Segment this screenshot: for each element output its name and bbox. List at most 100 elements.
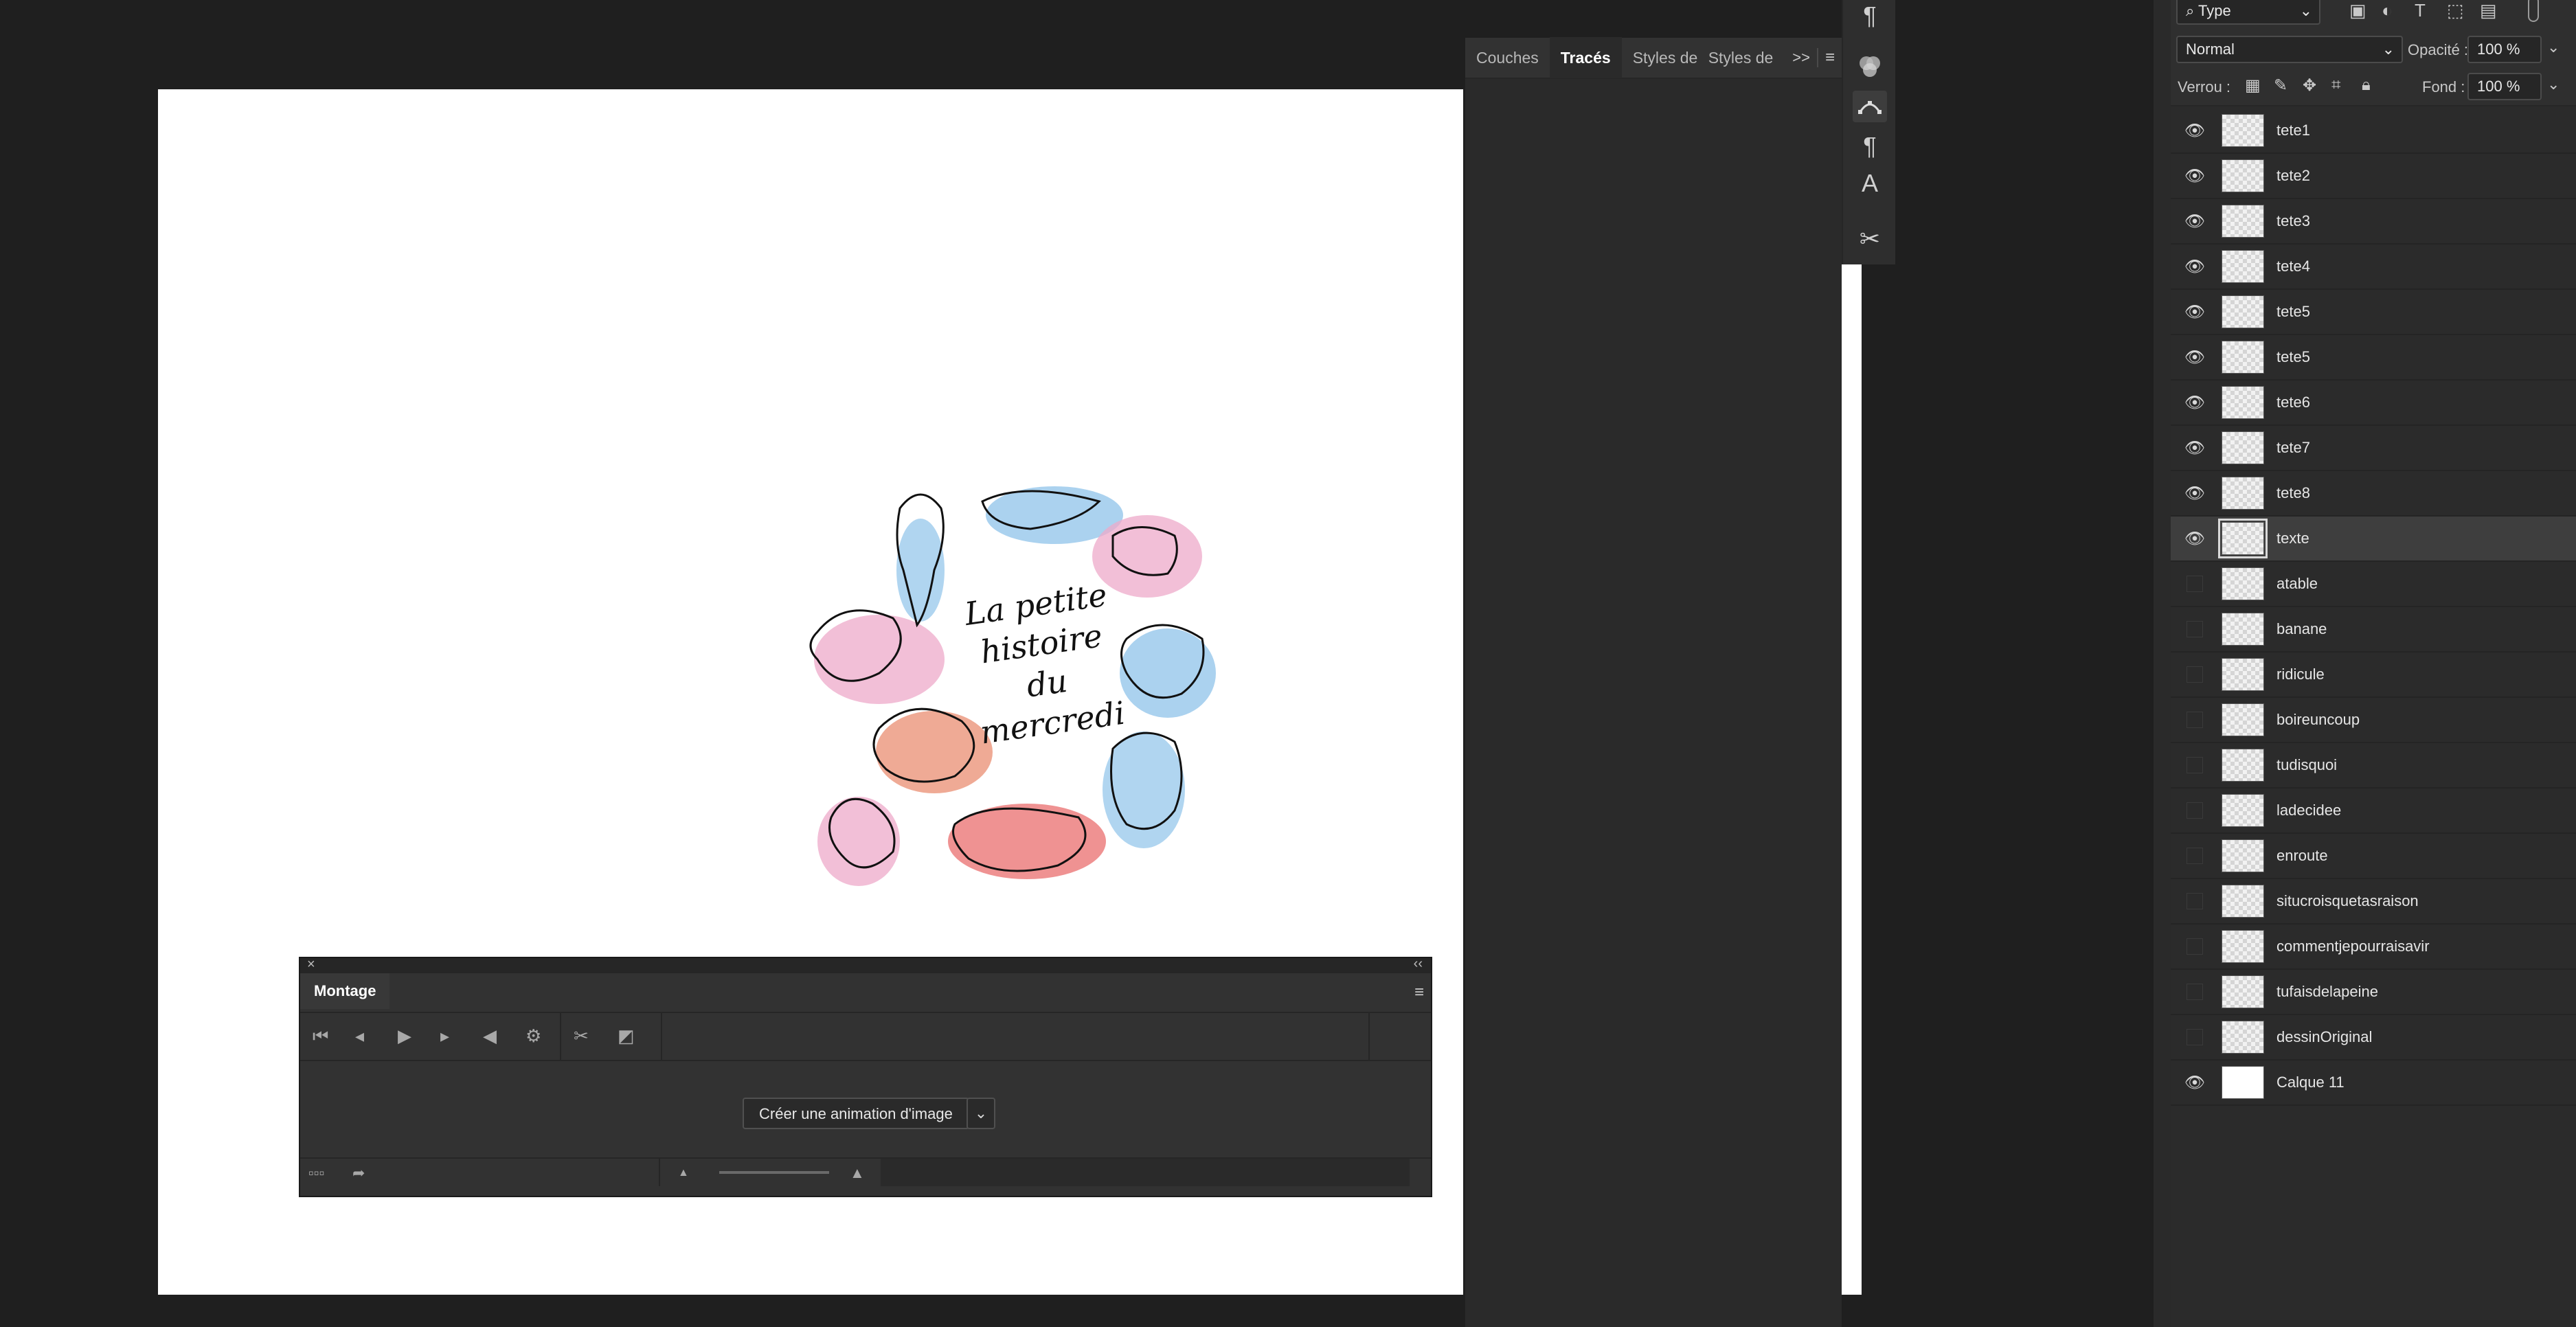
visibility-off-icon[interactable] [2171, 712, 2219, 728]
layer-row[interactable]: tudisquoi [2171, 743, 2576, 789]
prev-frame-icon[interactable]: ◂ [355, 1025, 364, 1047]
visibility-off-icon[interactable] [2171, 576, 2219, 592]
layer-filter-dropdown[interactable]: ⌕ Type ⌄ [2176, 0, 2320, 25]
layer-row[interactable]: 👁︎ tete7 [2171, 426, 2576, 471]
layer-name[interactable]: tufaisdelapeine [2276, 983, 2378, 1001]
layer-row[interactable]: atable [2171, 562, 2576, 607]
layer-row[interactable]: ridicule [2171, 653, 2576, 698]
layer-name[interactable]: dessinOriginal [2276, 1028, 2372, 1046]
close-icon[interactable]: × [307, 957, 315, 973]
tool-presets-icon[interactable]: ✂ [1853, 223, 1887, 255]
visibility-eye-icon[interactable]: 👁︎ [2171, 529, 2219, 549]
play-icon[interactable]: ▶ [398, 1025, 411, 1047]
layer-name[interactable]: tudisquoi [2276, 756, 2337, 774]
layer-name[interactable]: ridicule [2276, 666, 2325, 683]
blend-mode-dropdown[interactable]: Normal ⌄ [2176, 36, 2403, 63]
visibility-off-icon[interactable] [2171, 666, 2219, 683]
visibility-eye-icon[interactable]: 👁︎ [2171, 257, 2219, 277]
character-style-icon[interactable]: A [1853, 168, 1887, 199]
layer-name[interactable]: commentjepourraisavir [2276, 938, 2430, 955]
layer-row[interactable]: 👁︎ tete1 [2171, 109, 2576, 154]
next-frame-icon[interactable]: ▸ [440, 1025, 449, 1047]
layer-row[interactable]: banane [2171, 607, 2576, 653]
layer-row[interactable]: 👁︎ tete5 [2171, 335, 2576, 381]
layer-row[interactable]: situcroisquetasraison [2171, 879, 2576, 925]
layer-name[interactable]: enroute [2276, 847, 2328, 865]
frame-mode-icon[interactable]: ▫▫▫ [308, 1164, 324, 1182]
filter-pixel-icon[interactable]: ▣ [2349, 0, 2366, 21]
zoom-in-icon[interactable]: ▲ [850, 1164, 865, 1182]
tab-couches[interactable]: Couches [1465, 37, 1550, 78]
tab-traces[interactable]: Tracés [1549, 37, 1622, 78]
color-channels-icon[interactable] [1853, 51, 1887, 82]
visibility-off-icon[interactable] [2171, 757, 2219, 773]
layer-row[interactable]: 👁︎ tete8 [2171, 471, 2576, 517]
layer-row[interactable]: 👁︎ texte [2171, 517, 2576, 562]
layer-row[interactable]: 👁︎ tete3 [2171, 199, 2576, 245]
layer-row[interactable]: enroute [2171, 834, 2576, 879]
lock-position-icon[interactable]: ✥ [2303, 76, 2316, 95]
layer-name[interactable]: tete5 [2276, 303, 2310, 321]
layer-row[interactable]: 👁︎ tete2 [2171, 154, 2576, 199]
path-icon[interactable] [1853, 91, 1887, 122]
render-icon[interactable]: ➦ [352, 1164, 365, 1182]
layer-row[interactable]: tufaisdelapeine [2171, 970, 2576, 1015]
layer-row[interactable]: ladecidee [2171, 789, 2576, 834]
visibility-eye-icon[interactable]: 👁︎ [2171, 438, 2219, 458]
visibility-eye-icon[interactable]: 👁︎ [2171, 393, 2219, 413]
visibility-off-icon[interactable] [2171, 1029, 2219, 1045]
layer-name[interactable]: texte [2276, 530, 2309, 547]
layer-name[interactable]: situcroisquetasraison [2276, 892, 2419, 910]
filter-shape-icon[interactable]: ⬚ [2447, 0, 2464, 21]
layer-name[interactable]: tete8 [2276, 484, 2310, 502]
layer-name[interactable]: tete4 [2276, 258, 2310, 275]
layer-row[interactable]: dessinOriginal [2171, 1015, 2576, 1061]
chevron-down-icon[interactable]: ⌄ [967, 1098, 995, 1129]
paragraph-style-icon[interactable]: ¶ [1853, 131, 1887, 162]
lock-all-icon[interactable]: 🔒︎ [2362, 76, 2371, 95]
layer-row[interactable]: commentjepourraisavir [2171, 925, 2576, 970]
split-scissors-icon[interactable]: ✂ [574, 1025, 589, 1047]
transition-icon[interactable]: ◩ [618, 1025, 635, 1047]
layer-name[interactable]: tete3 [2276, 212, 2310, 230]
zoom-slider[interactable] [719, 1171, 829, 1174]
visibility-off-icon[interactable] [2171, 621, 2219, 637]
visibility-eye-icon[interactable]: 👁︎ [2171, 1073, 2219, 1093]
layer-name[interactable]: boireuncoup [2276, 711, 2360, 729]
visibility-off-icon[interactable] [2171, 938, 2219, 955]
layer-row[interactable]: 👁︎ tete6 [2171, 381, 2576, 426]
filter-adjustment-icon[interactable]: ◐ [2382, 0, 2393, 21]
layer-row[interactable]: 👁︎ Calque 11 [2171, 1061, 2576, 1106]
lock-transparency-icon[interactable]: ▦ [2245, 76, 2261, 95]
first-frame-icon[interactable]: ⏮ [313, 1025, 328, 1047]
visibility-off-icon[interactable] [2171, 848, 2219, 864]
filter-toggle-switch[interactable] [2528, 0, 2539, 22]
layer-name[interactable]: tete5 [2276, 348, 2310, 366]
lock-image-icon[interactable]: ✎ [2274, 76, 2287, 95]
audio-icon[interactable]: ◀ [483, 1025, 497, 1047]
layer-name[interactable]: Calque 11 [2276, 1074, 2345, 1091]
visibility-eye-icon[interactable]: 👁︎ [2171, 302, 2219, 322]
visibility-eye-icon[interactable]: 👁︎ [2171, 484, 2219, 503]
layer-name[interactable]: atable [2276, 575, 2318, 593]
visibility-eye-icon[interactable]: 👁︎ [2171, 121, 2219, 141]
layer-row[interactable]: boireuncoup [2171, 698, 2576, 743]
visibility-off-icon[interactable] [2171, 893, 2219, 909]
expand-panels-icon[interactable]: >> [1785, 49, 1817, 67]
visibility-off-icon[interactable] [2171, 802, 2219, 819]
timeline-menu-icon[interactable]: ≡ [1414, 983, 1424, 1002]
lock-artboard-icon[interactable]: ⌗ [2331, 76, 2341, 95]
layer-name[interactable]: tete7 [2276, 439, 2310, 457]
layer-name[interactable]: tete1 [2276, 122, 2310, 139]
fill-chevron-icon[interactable]: ⌄ [2547, 76, 2560, 93]
layer-name[interactable]: banane [2276, 620, 2327, 638]
filter-type-icon[interactable]: T [2415, 0, 2426, 21]
filter-smartobject-icon[interactable]: ▤ [2480, 0, 2497, 21]
layer-name[interactable]: tete6 [2276, 394, 2310, 411]
layer-name[interactable]: tete2 [2276, 167, 2310, 185]
layer-row[interactable]: 👁︎ tete4 [2171, 245, 2576, 290]
tab-styles-2[interactable]: Styles de [1697, 37, 1773, 78]
settings-gear-icon[interactable]: ⚙ [526, 1025, 541, 1047]
collapse-icon[interactable]: ‹‹ [1414, 956, 1423, 972]
layer-name[interactable]: ladecidee [2276, 802, 2341, 819]
